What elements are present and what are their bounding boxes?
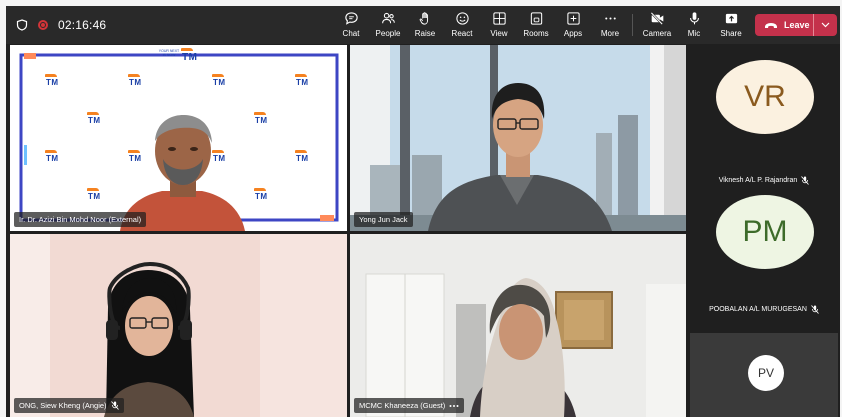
video-tile-azizi[interactable]: YOUR NEXT IS NOW TM TM TM TM TM TM TM TM…: [10, 45, 347, 231]
participant-name: MCMC Khaneeza (Guest): [359, 401, 446, 410]
mic-button[interactable]: Mic: [676, 9, 712, 41]
meeting-window: 02:16:46 Chat People Raise React View Ro…: [6, 6, 840, 417]
raise-button[interactable]: Raise: [407, 9, 443, 41]
mic-muted-icon: [110, 401, 119, 410]
participant-name: Ir. Dr. Azizi Bin Mohd Noor (External): [19, 215, 142, 224]
apps-icon: [566, 12, 580, 25]
react-icon: [455, 12, 469, 25]
participant-video-yong: [350, 45, 686, 231]
participant-name: POOBALAN A/L MURUGESAN: [709, 306, 807, 313]
tm-logo-main: TM: [180, 48, 198, 63]
more-button[interactable]: More: [592, 9, 628, 41]
mic-icon: [689, 12, 699, 25]
side-participant-poobalan[interactable]: PM POOBALAN A/L MURUGESAN: [688, 189, 840, 334]
meeting-timer: 02:16:46: [58, 18, 107, 32]
avatar-initials: PM: [742, 215, 788, 248]
recording-icon: [38, 20, 48, 30]
view-label: View: [490, 29, 508, 38]
more-options-icon[interactable]: [449, 404, 459, 408]
react-button[interactable]: React: [444, 9, 480, 41]
toolbar-divider: [632, 14, 633, 36]
mic-label: Mic: [687, 29, 701, 38]
participant-name: Yong Jun Jack: [359, 215, 408, 224]
react-label: React: [451, 29, 473, 38]
avatar: PV: [748, 355, 784, 391]
chevron-down-icon: [821, 22, 830, 28]
side-participant-name: POOBALAN A/L MURUGESAN: [688, 305, 840, 314]
meeting-status: 02:16:46: [16, 6, 106, 44]
tm-logo: TM: [45, 150, 59, 163]
side-participant-pv[interactable]: PV: [690, 333, 838, 417]
video-tile-khaneeza[interactable]: MCMC Khaneeza (Guest): [350, 234, 686, 417]
chat-label: Chat: [342, 29, 360, 38]
rooms-button[interactable]: Rooms: [518, 9, 554, 41]
tm-logo: TM: [212, 74, 226, 87]
mic-muted-icon: [811, 305, 819, 314]
avatar-initials: VR: [744, 80, 786, 113]
people-label: People: [375, 29, 401, 38]
chat-icon: [344, 12, 358, 25]
raise-label: Raise: [414, 29, 436, 38]
share-label: Share: [720, 29, 742, 38]
participant-name-tag: ONG, Siew Kheng (Angie): [14, 398, 124, 413]
rooms-icon: [530, 12, 542, 25]
share-icon: [725, 13, 737, 24]
participant-name: ONG, Siew Kheng (Angie): [19, 401, 107, 410]
raise-hand-icon: [419, 12, 428, 25]
tm-logo: TM: [45, 74, 59, 87]
more-label: More: [600, 29, 620, 38]
apps-label: Apps: [563, 29, 583, 38]
people-icon: [381, 12, 395, 24]
participant-video-khaneeza: [350, 234, 686, 417]
chat-button[interactable]: Chat: [333, 9, 369, 41]
avatar-initials: PV: [757, 366, 774, 380]
tm-slogan: YOUR NEXT IS NOW: [158, 49, 180, 57]
hang-up-icon: [765, 22, 777, 28]
more-icon: [604, 17, 616, 20]
camera-label: Camera: [642, 29, 672, 38]
video-tile-yong[interactable]: Yong Jun Jack: [350, 45, 686, 231]
share-button[interactable]: Share: [713, 9, 749, 41]
participant-side-panel: VR Viknesh A/L P. Rajandran PM POOBALAN …: [688, 44, 840, 417]
meeting-toolbar: 02:16:46 Chat People Raise React View Ro…: [6, 6, 840, 44]
side-participant-viknesh[interactable]: VR Viknesh A/L P. Rajandran: [688, 44, 840, 189]
people-button[interactable]: People: [370, 9, 406, 41]
tm-logo: TM: [295, 74, 309, 87]
view-button[interactable]: View: [481, 9, 517, 41]
tm-logo: TM: [87, 112, 101, 125]
avatar: PM: [716, 195, 814, 269]
camera-off-icon: [650, 12, 663, 25]
participant-name-tag: Ir. Dr. Azizi Bin Mohd Noor (External): [14, 212, 147, 227]
avatar: VR: [716, 60, 814, 134]
tm-logo: TM: [254, 188, 268, 201]
leave-options-button[interactable]: [814, 14, 837, 36]
tm-logo: TM: [295, 150, 309, 163]
participant-name: Viknesh A/L P. Rajandran: [718, 177, 798, 184]
tm-logo: TM: [128, 74, 142, 87]
camera-button[interactable]: Camera: [639, 9, 675, 41]
video-tile-ong[interactable]: ONG, Siew Kheng (Angie): [10, 234, 347, 417]
apps-button[interactable]: Apps: [555, 9, 591, 41]
shield-icon: [16, 19, 28, 31]
leave-main-button[interactable]: Leave: [755, 14, 813, 36]
participant-name-tag: Yong Jun Jack: [354, 212, 413, 227]
leave-button[interactable]: Leave: [755, 14, 837, 36]
participant-video-ong: [10, 234, 347, 417]
view-icon: [492, 12, 506, 25]
tm-logo: TM: [254, 112, 268, 125]
leave-label: Leave: [784, 20, 810, 30]
rooms-label: Rooms: [523, 29, 549, 38]
side-participant-name: Viknesh A/L P. Rajandran: [688, 176, 840, 185]
mic-muted-icon: [801, 176, 810, 185]
participant-name-tag: MCMC Khaneeza (Guest): [354, 398, 465, 413]
tm-logo: TM: [87, 188, 101, 201]
